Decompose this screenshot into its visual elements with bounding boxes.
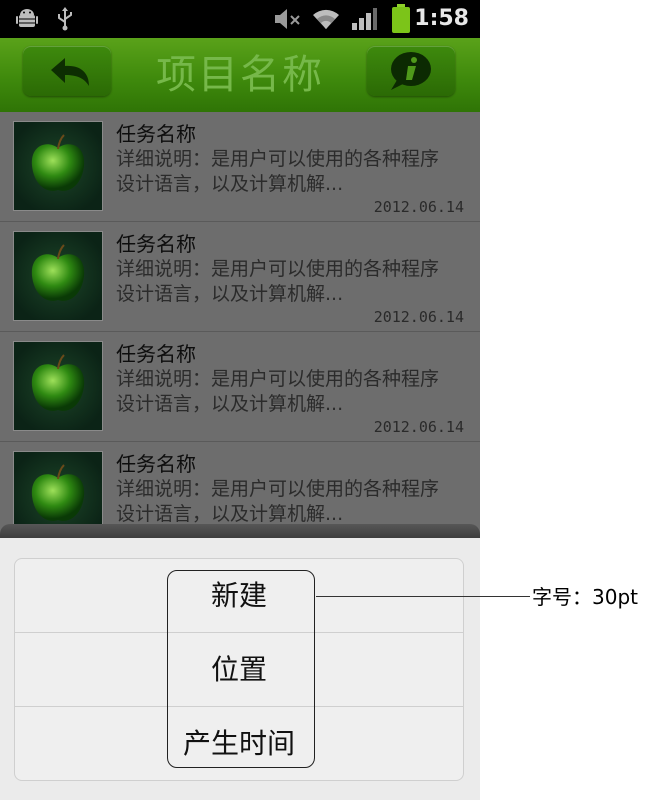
task-name: 任务名称 bbox=[116, 122, 196, 146]
task-description: 详细说明：是用户可以使用的各种程序设计语言，以及计算机解... bbox=[116, 148, 440, 195]
clock: 1:58 bbox=[414, 6, 469, 31]
mute-icon bbox=[275, 9, 300, 29]
task-list: 任务名称 详细说明：是用户可以使用的各种程序设计语言，以及计算机解... 201… bbox=[0, 112, 480, 552]
annotation-leader-line bbox=[316, 596, 530, 597]
apple-image bbox=[31, 134, 85, 191]
android-debug-icon bbox=[16, 9, 38, 27]
apple-thumbnail bbox=[13, 231, 103, 321]
task-description: 详细说明：是用户可以使用的各种程序设计语言，以及计算机解... bbox=[116, 478, 440, 525]
apple-thumbnail bbox=[13, 341, 103, 431]
task-date: 2012.06.14 bbox=[373, 198, 464, 216]
list-item[interactable]: 任务名称 详细说明：是用户可以使用的各种程序设计语言，以及计算机解... 201… bbox=[0, 222, 480, 332]
list-item[interactable]: 任务名称 详细说明：是用户可以使用的各种程序设计语言，以及计算机解... 201… bbox=[0, 332, 480, 442]
back-button[interactable] bbox=[23, 46, 111, 96]
info-icon bbox=[391, 52, 431, 90]
status-bar: 1:58 bbox=[0, 0, 480, 38]
task-description: 详细说明：是用户可以使用的各种程序设计语言，以及计算机解... bbox=[116, 258, 440, 305]
apple-image bbox=[31, 354, 85, 411]
annotation-font-size: 字号：30pt bbox=[532, 585, 638, 609]
page-title: 项目名称 bbox=[156, 52, 324, 98]
back-arrow-icon bbox=[51, 58, 89, 86]
signal-icon bbox=[352, 8, 377, 30]
app-header: 项目名称 bbox=[0, 38, 480, 112]
task-description: 详细说明：是用户可以使用的各种程序设计语言，以及计算机解... bbox=[116, 368, 440, 415]
usb-icon bbox=[58, 7, 72, 31]
annotation-highlight-box bbox=[167, 570, 315, 768]
task-name: 任务名称 bbox=[116, 342, 196, 366]
list-item[interactable]: 任务名称 详细说明：是用户可以使用的各种程序设计语言，以及计算机解... 201… bbox=[0, 112, 480, 222]
task-name: 任务名称 bbox=[116, 452, 196, 476]
wifi-icon bbox=[313, 9, 339, 29]
apple-image bbox=[31, 244, 85, 301]
task-name: 任务名称 bbox=[116, 232, 196, 256]
info-button[interactable] bbox=[367, 46, 455, 96]
task-date: 2012.06.14 bbox=[373, 418, 464, 436]
apple-thumbnail bbox=[13, 121, 103, 211]
battery-icon bbox=[392, 4, 410, 33]
task-date: 2012.06.14 bbox=[373, 308, 464, 326]
